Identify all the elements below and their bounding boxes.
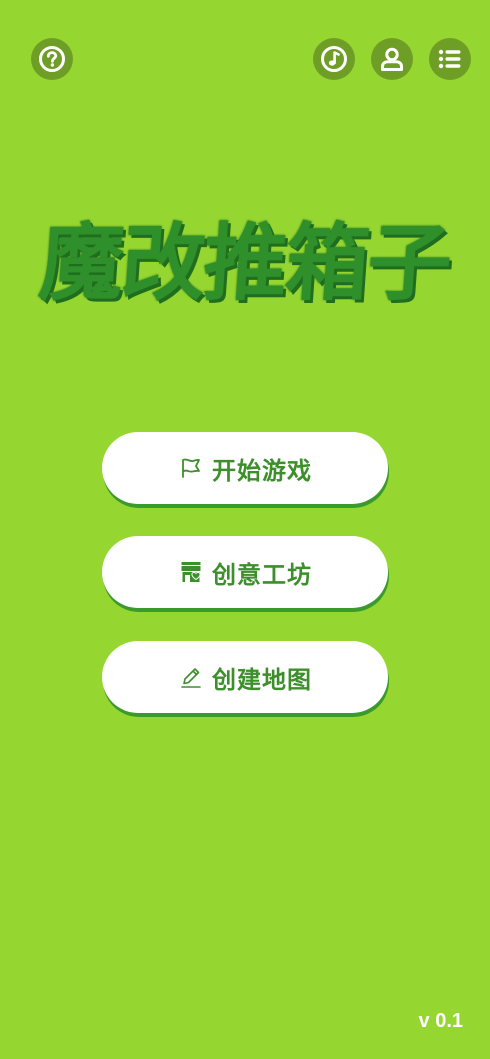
workshop-label: 创意工坊 bbox=[212, 560, 312, 589]
music-button[interactable] bbox=[313, 38, 355, 80]
create-map-button[interactable]: 创建地图 bbox=[102, 641, 388, 713]
start-game-label: 开始游戏 bbox=[212, 456, 312, 485]
version-label: v 0.1 bbox=[418, 1010, 463, 1032]
pencil-icon bbox=[178, 664, 204, 690]
flag-icon bbox=[178, 455, 204, 481]
music-note-icon bbox=[321, 46, 347, 72]
list-icon bbox=[438, 49, 461, 69]
start-game-button[interactable]: 开始游戏 bbox=[102, 432, 388, 504]
question-circle-icon bbox=[39, 46, 65, 72]
workshop-button[interactable]: 创意工坊 bbox=[102, 536, 388, 608]
game-title: 魔改推箱子 bbox=[36, 213, 454, 312]
create-map-label: 创建地图 bbox=[212, 665, 312, 694]
user-icon bbox=[381, 47, 403, 71]
user-button[interactable] bbox=[371, 38, 413, 80]
shop-icon bbox=[178, 559, 204, 585]
help-button[interactable] bbox=[31, 38, 73, 80]
menu-button[interactable] bbox=[429, 38, 471, 80]
